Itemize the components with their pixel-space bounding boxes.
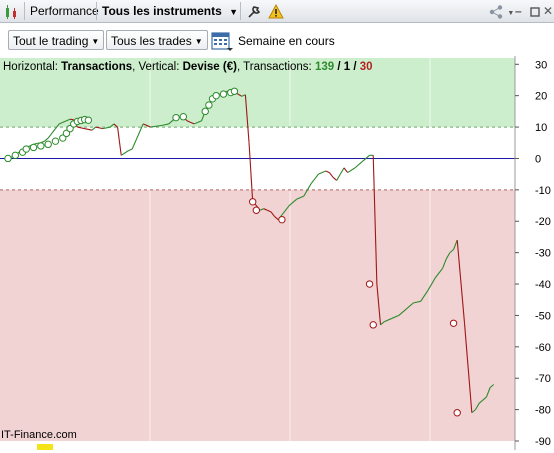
trade-marker: [84, 116, 93, 124]
trade-marker: [201, 107, 209, 116]
trade-marker: [4, 154, 12, 163]
y-tick-label: -80: [535, 405, 551, 417]
equity-segment: [310, 173, 319, 184]
chart-svg: 30 20 10 0 -10 -20 -30 -40 -50 -60 -70 -80 -90 Horiz…: [0, 56, 554, 450]
minimize-icon[interactable]: –: [515, 0, 522, 22]
trade-marker: [248, 198, 257, 206]
y-tick-label: 10: [535, 122, 547, 134]
equity-segment: [47, 133, 53, 139]
tab-performance[interactable]: Performance: [30, 0, 99, 22]
trades-dropdown[interactable]: Tous les trades ▼: [106, 30, 208, 50]
chart-header: Horizontal: Transactions, Vertical: Devi…: [3, 61, 373, 73]
header-count-losses: 30: [360, 61, 373, 73]
y-tick-label: -40: [535, 279, 551, 291]
trade-marker: [51, 137, 60, 145]
equity-segment: [120, 150, 129, 156]
chevron-down-icon: ▼: [229, 7, 239, 17]
header-count-label: , Transactions:: [237, 61, 315, 73]
trading-dropdown[interactable]: Tout le trading ▼: [8, 30, 105, 50]
trade-marker: [369, 321, 377, 329]
trade-marker: [179, 113, 188, 121]
y-tick-label: -50: [535, 310, 551, 322]
equity-segment: [354, 161, 363, 169]
trade-marker: [252, 206, 261, 214]
instruments-dropdown[interactable]: Tous les instruments ▼: [102, 0, 238, 22]
calendar-icon[interactable]: [211, 30, 233, 55]
equity-segment: [343, 167, 349, 173]
scroll-handle[interactable]: [37, 444, 53, 450]
header-vertical-value: Devise (€): [183, 61, 238, 73]
trade-marker: [11, 151, 20, 160]
header-count-sep2: /: [350, 61, 360, 73]
share-icon[interactable]: ▼: [488, 0, 514, 22]
y-tick-label: -90: [535, 436, 551, 448]
top-toolbar: Performance Tous les instruments ▼ ▼ – ✕: [0, 0, 554, 23]
equity-chart: 30 20 10 0 -10 -20 -30 -40 -50 -60 -70 -80 -90 Horiz…: [0, 56, 554, 450]
y-tick-label: -70: [535, 373, 551, 385]
header-count-total: 139: [315, 61, 334, 73]
y-tick-label: 20: [535, 91, 547, 103]
watermark: IT-Finance.com: [1, 429, 77, 441]
y-tick-label: -20: [535, 216, 551, 228]
equity-segment: [328, 172, 334, 178]
equity-segment: [336, 173, 341, 181]
header-vertical-label: , Vertical:: [132, 61, 183, 73]
period-label: Semaine en cours: [238, 34, 335, 48]
trade-marker: [365, 280, 374, 288]
equity-segment: [318, 170, 326, 175]
trading-dropdown-label: Tout le trading: [13, 34, 89, 48]
equity-segment: [347, 167, 356, 174]
equity-segment: [51, 128, 56, 134]
y-tick-label: -60: [535, 342, 551, 354]
trade-marker: [44, 140, 52, 149]
header-count-sep1: /: [334, 61, 344, 73]
maximize-icon[interactable]: [530, 0, 540, 22]
equity-segment: [117, 126, 122, 156]
trade-marker: [212, 91, 220, 100]
share-dropdown-icon: ▼: [507, 10, 515, 17]
trade-marker: [219, 90, 228, 98]
trade-marker: [449, 319, 458, 327]
equity-segment: [69, 118, 74, 121]
equity-segment: [339, 167, 345, 175]
trade-marker: [205, 101, 213, 109]
trade-marker: [172, 113, 180, 122]
negative-zone: [0, 189, 515, 441]
y-tick-label: -30: [535, 248, 551, 260]
header-horizontal-label: Horizontal:: [3, 61, 61, 73]
chart-icon[interactable]: [4, 0, 20, 22]
chevron-down-icon: ▼: [194, 37, 203, 46]
trades-dropdown-label: Tous les trades: [111, 34, 192, 48]
header-horizontal-value: Transactions: [61, 61, 132, 73]
trade-marker: [278, 215, 286, 224]
trade-marker: [29, 143, 38, 152]
warning-icon[interactable]: [268, 0, 284, 22]
y-tick-label: 0: [535, 153, 541, 165]
equity-segment: [95, 126, 104, 130]
chevron-down-icon: ▼: [91, 37, 100, 46]
close-icon[interactable]: ✕: [543, 0, 553, 22]
trade-marker: [22, 145, 30, 153]
y-tick-label: -10: [535, 185, 551, 197]
equity-segment: [325, 170, 330, 174]
equity-segment: [131, 123, 144, 150]
trade-marker: [37, 142, 45, 150]
instruments-label: Tous les instruments: [102, 4, 222, 18]
trade-marker: [453, 409, 461, 417]
equity-segment: [332, 176, 338, 181]
wrench-icon[interactable]: [246, 0, 262, 22]
y-tick-label: 30: [535, 59, 547, 71]
trade-marker: [230, 87, 239, 95]
equity-segment: [128, 148, 133, 152]
